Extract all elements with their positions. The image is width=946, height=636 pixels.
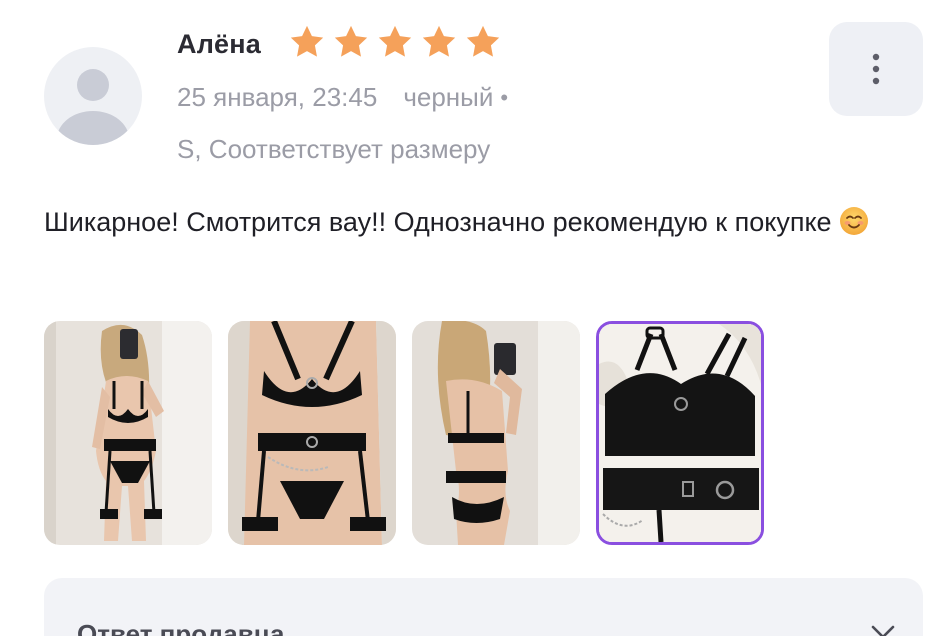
photo-image	[599, 324, 761, 542]
rating-stars	[288, 23, 502, 61]
photo-image	[412, 321, 580, 545]
photo-image	[44, 321, 212, 545]
chevron-down-icon	[871, 625, 895, 636]
review-date: 25 января, 23:45	[177, 82, 378, 112]
review-photos	[44, 321, 764, 545]
size-fit: S, Соответствует размеру	[177, 134, 491, 164]
meta-separator: •	[500, 84, 509, 110]
star-icon	[332, 23, 370, 61]
seller-reply-panel[interactable]: Ответ продавца	[44, 578, 923, 636]
review-card: Алёна 25 января, 23:45 черный • S, Соотв…	[0, 0, 946, 636]
seller-reply-title: Ответ продавца	[77, 619, 285, 636]
more-options-button[interactable]	[829, 22, 923, 116]
product-color: черный	[403, 82, 494, 112]
star-icon	[420, 23, 458, 61]
review-meta: 25 января, 23:45 черный •	[177, 82, 508, 113]
review-text-body: Шикарное! Смотрится вау!! Однозначно рек…	[44, 207, 832, 237]
vertical-dots-icon	[872, 53, 880, 85]
author-name: Алёна	[177, 29, 261, 59]
user-placeholder-icon	[57, 69, 129, 145]
star-icon	[376, 23, 414, 61]
review-photo-3[interactable]	[412, 321, 580, 545]
photo-image	[228, 321, 396, 545]
smiling-face-emoji-icon	[838, 205, 870, 251]
star-icon	[288, 23, 326, 61]
review-photo-1[interactable]	[44, 321, 212, 545]
star-icon	[464, 23, 502, 61]
review-photo-4[interactable]	[596, 321, 764, 545]
review-photo-2[interactable]	[228, 321, 396, 545]
avatar[interactable]	[44, 47, 142, 145]
review-text: Шикарное! Смотрится вау!! Однозначно рек…	[44, 199, 904, 251]
